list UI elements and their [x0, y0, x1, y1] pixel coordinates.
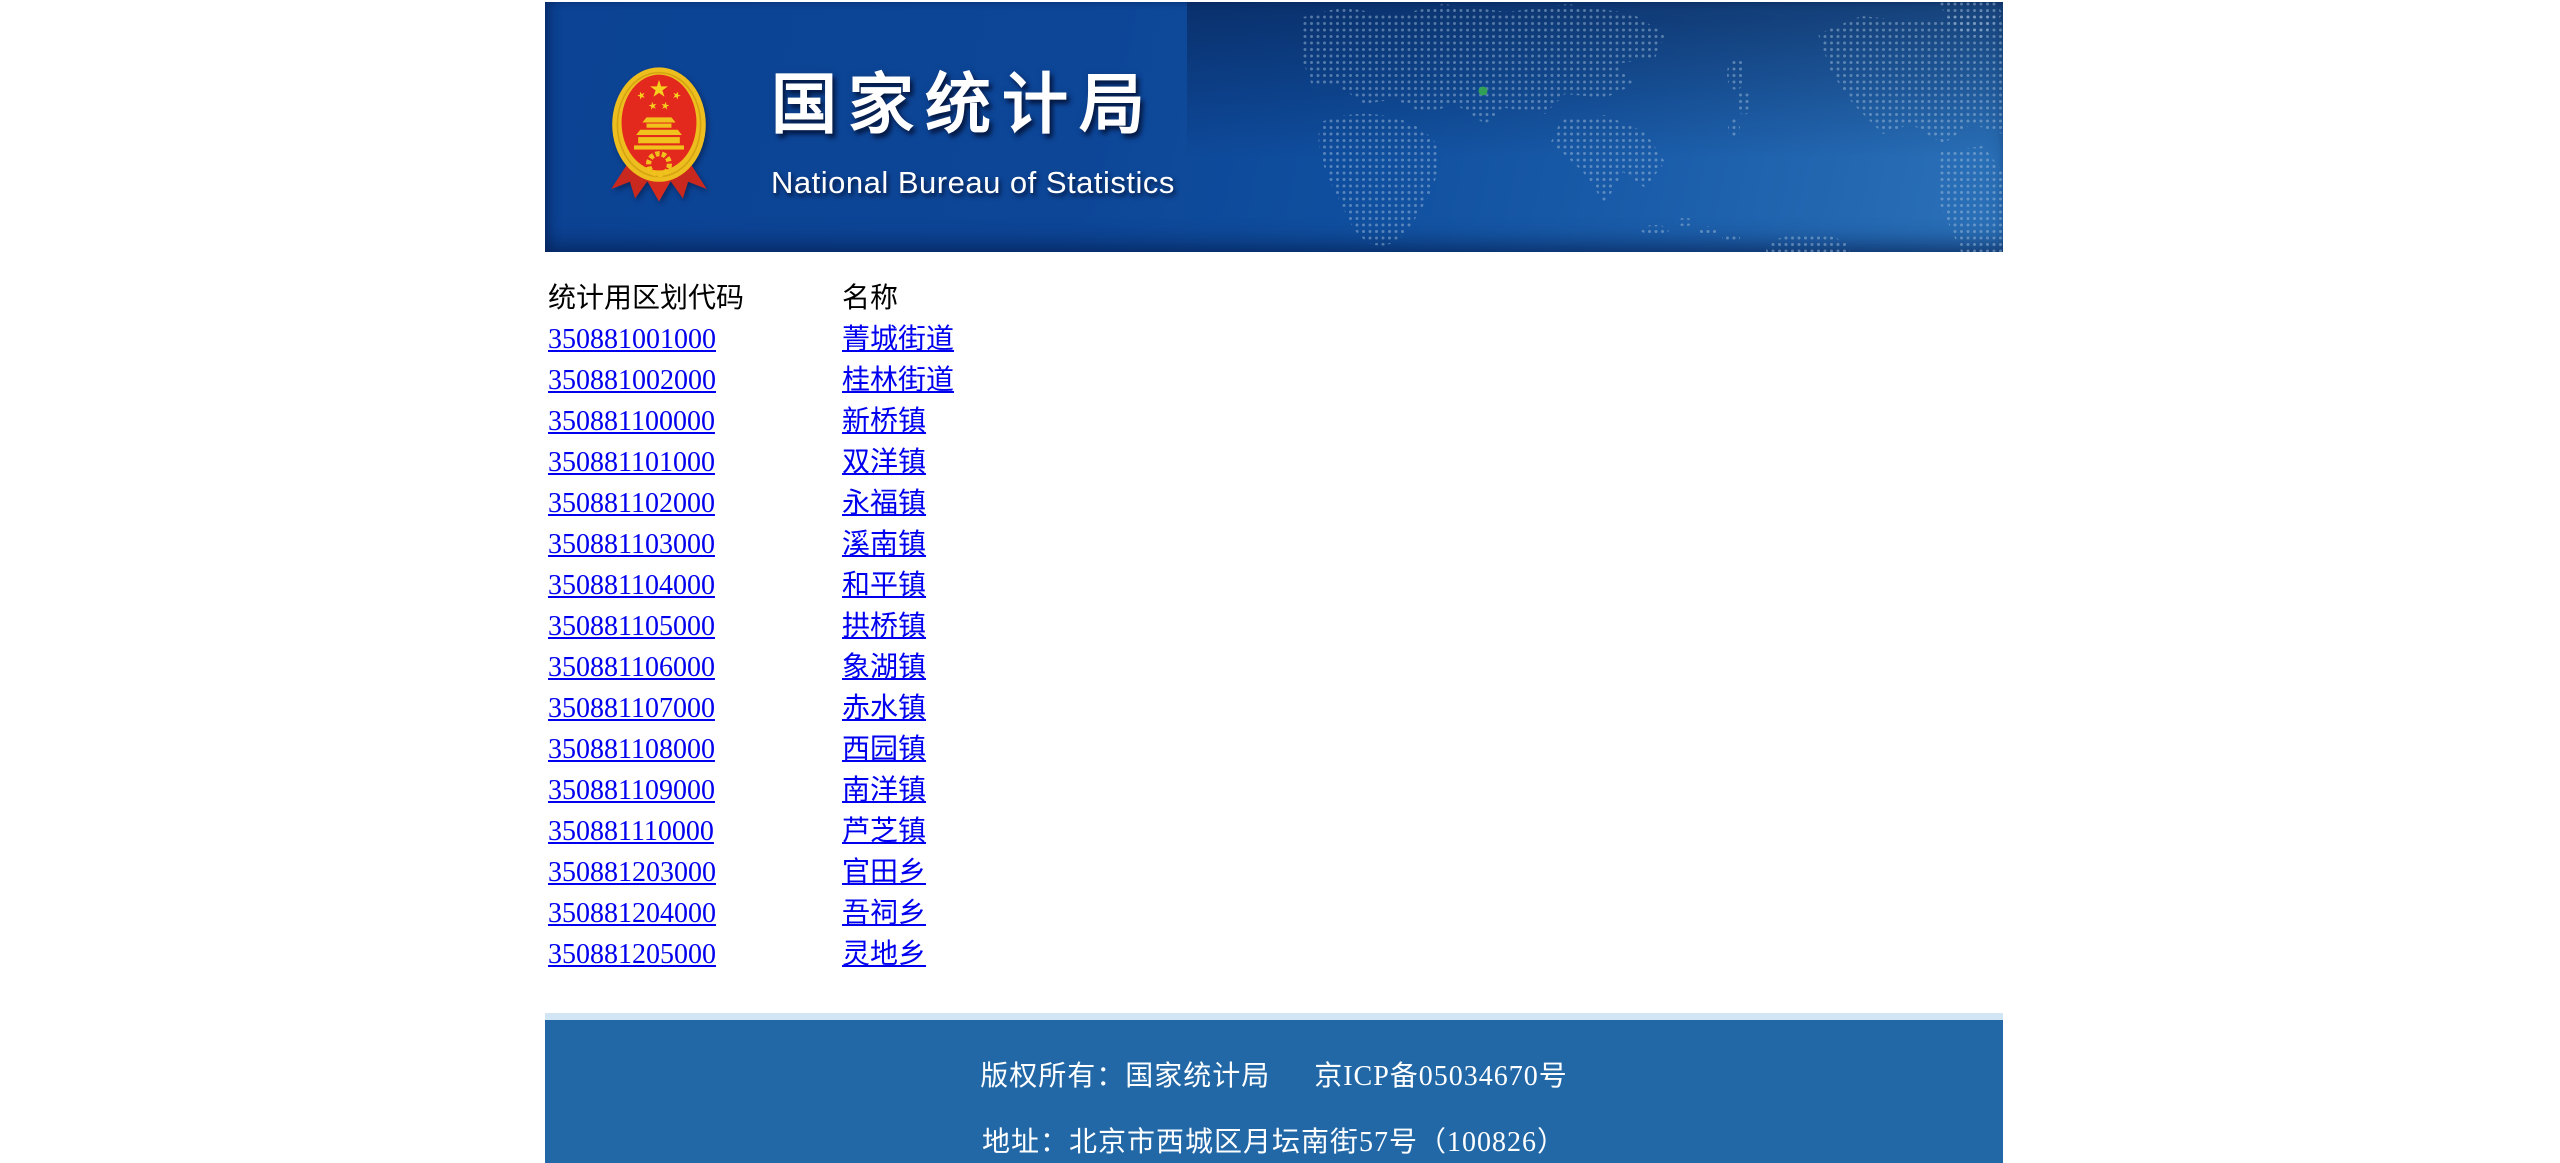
division-name-link[interactable]: 溪南镇 [842, 529, 926, 560]
site-title-english: National Bureau of Statistics [771, 165, 1175, 200]
table-row: 350881002000 桂林街道 [548, 360, 954, 401]
division-name-link[interactable]: 菁城街道 [842, 324, 954, 355]
page-container: 国家统计局 National Bureau of Statistics 统计用区… [545, 2, 2003, 1163]
division-code-link[interactable]: 350881110000 [548, 816, 714, 847]
division-name-link[interactable]: 桂林街道 [842, 365, 954, 396]
division-code-link[interactable]: 350881105000 [548, 611, 715, 642]
table-row: 350881205000 灵地乡 [548, 934, 954, 975]
footer-top-strip [545, 1013, 2003, 1020]
copyright-text: 版权所有：国家统计局 [980, 1061, 1271, 1092]
address-text: 地址：北京市西城区月坛南街57号（100826） [981, 1127, 1566, 1158]
division-code-table: 统计用区划代码 名称 350881001000 菁城街道 35088100200… [548, 278, 954, 975]
footer-body: 版权所有：国家统计局 京ICP备05034670号 地址：北京市西城区月坛南街57… [545, 1020, 2003, 1163]
table-row: 350881101000 双洋镇 [548, 442, 954, 483]
division-name-link[interactable]: 双洋镇 [842, 447, 926, 478]
division-name-link[interactable]: 和平镇 [842, 570, 926, 601]
table-row: 350881103000 溪南镇 [548, 524, 954, 565]
national-emblem-icon [611, 67, 707, 202]
division-name-link[interactable]: 赤水镇 [842, 693, 926, 724]
content-area: 统计用区划代码 名称 350881001000 菁城街道 35088100200… [545, 252, 2003, 1013]
banner-titles: 国家统计局 National Bureau of Statistics [771, 68, 1175, 200]
division-name-link[interactable]: 永福镇 [842, 488, 926, 519]
division-name-link[interactable]: 拱桥镇 [842, 611, 926, 642]
division-code-link[interactable]: 350881001000 [548, 324, 716, 355]
division-code-link[interactable]: 350881205000 [548, 939, 716, 970]
table-row: 350881106000 象湖镇 [548, 647, 954, 688]
world-map-decoration [1303, 2, 2003, 252]
table-row: 350881105000 拱桥镇 [548, 606, 954, 647]
column-header-code: 统计用区划代码 [548, 283, 745, 314]
table-row: 350881108000 西园镇 [548, 729, 954, 770]
table-row: 350881109000 南洋镇 [548, 770, 954, 811]
table-row: 350881001000 菁城街道 [548, 319, 954, 360]
division-code-link[interactable]: 350881109000 [548, 775, 715, 806]
table-header-row: 统计用区划代码 名称 [548, 278, 954, 319]
table-row: 350881110000 芦芝镇 [548, 811, 954, 852]
division-name-link[interactable]: 芦芝镇 [842, 816, 926, 847]
table-row: 350881100000 新桥镇 [548, 401, 954, 442]
division-name-link[interactable]: 西园镇 [842, 734, 926, 765]
footer: 版权所有：国家统计局 京ICP备05034670号 地址：北京市西城区月坛南街57… [545, 1013, 2003, 1163]
division-code-link[interactable]: 350881107000 [548, 693, 715, 724]
table-row: 350881203000 官田乡 [548, 852, 954, 893]
footer-copyright-line: 版权所有：国家统计局 京ICP备05034670号 [545, 1060, 2003, 1094]
table-row: 350881102000 永福镇 [548, 483, 954, 524]
division-name-link[interactable]: 南洋镇 [842, 775, 926, 806]
table-row: 350881104000 和平镇 [548, 565, 954, 606]
table-row: 350881204000 吾祠乡 [548, 893, 954, 934]
column-header-name: 名称 [842, 283, 899, 314]
icp-number: 京ICP备05034670号 [1314, 1061, 1568, 1092]
division-code-link[interactable]: 350881102000 [548, 488, 715, 519]
table-row: 350881107000 赤水镇 [548, 688, 954, 729]
division-code-link[interactable]: 350881108000 [548, 734, 715, 765]
division-name-link[interactable]: 吾祠乡 [842, 898, 926, 929]
division-code-link[interactable]: 350881204000 [548, 898, 716, 929]
division-code-link[interactable]: 350881002000 [548, 365, 716, 396]
site-title: 国家统计局 [771, 67, 1156, 141]
division-code-link[interactable]: 350881101000 [548, 447, 715, 478]
division-code-link[interactable]: 350881104000 [548, 570, 715, 601]
division-code-link[interactable]: 350881100000 [548, 406, 715, 437]
division-name-link[interactable]: 灵地乡 [842, 939, 926, 970]
division-code-link[interactable]: 350881203000 [548, 857, 716, 888]
division-name-link[interactable]: 新桥镇 [842, 406, 926, 437]
map-marker-dot [1478, 86, 1488, 96]
division-name-link[interactable]: 官田乡 [842, 857, 926, 888]
site-banner: 国家统计局 National Bureau of Statistics [545, 2, 2003, 252]
division-code-link[interactable]: 350881106000 [548, 652, 715, 683]
division-name-link[interactable]: 象湖镇 [842, 652, 926, 683]
division-code-link[interactable]: 350881103000 [548, 529, 715, 560]
